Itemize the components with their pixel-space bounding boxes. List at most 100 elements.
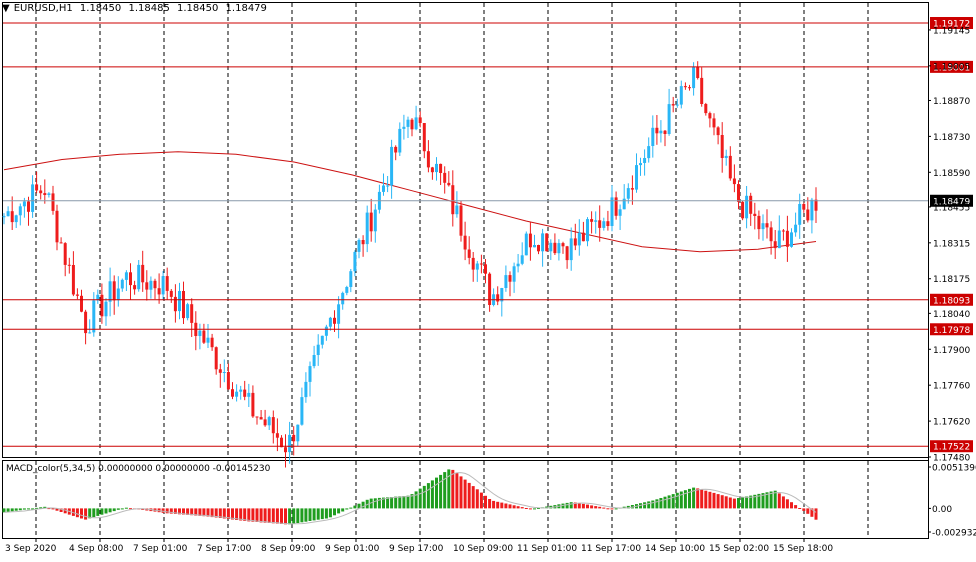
candle-body: [71, 265, 75, 295]
candle-body: [671, 104, 675, 106]
candle-body: [14, 215, 18, 223]
candle-body: [267, 417, 271, 426]
candle-body: [222, 372, 226, 373]
candle-body: [100, 294, 104, 317]
candle-body: [239, 389, 243, 392]
candle-body: [218, 369, 222, 373]
macd-histogram-bar: [745, 496, 749, 509]
candle-body: [467, 249, 471, 258]
candle-body: [557, 243, 561, 254]
macd-histogram-bar: [255, 508, 259, 522]
macd-histogram-bar: [451, 469, 455, 509]
collapse-triangle-icon[interactable]: ▼: [2, 3, 10, 14]
symbol-label: EURUSD,H1: [13, 3, 73, 14]
macd-histogram-bar: [492, 500, 496, 509]
macd-histogram-bar: [426, 483, 430, 509]
candle-body: [382, 185, 385, 192]
macd-histogram-bar: [785, 499, 789, 509]
candle-body: [781, 230, 785, 232]
candle-body: [794, 224, 798, 233]
chart-canvas[interactable]: 1.191721.190011.180931.179781.17522 1.18…: [0, 0, 976, 559]
macd-histogram-bar: [316, 508, 320, 520]
candle-body: [777, 230, 781, 249]
macd-histogram-bar: [386, 497, 390, 509]
candle-body: [443, 172, 447, 183]
candle-body: [704, 104, 708, 114]
candle-body: [320, 335, 324, 345]
candle-body: [475, 263, 479, 270]
price-scale-label: 1.18870: [933, 97, 970, 107]
candle-body: [728, 155, 732, 179]
macd-histogram-bar: [373, 498, 377, 509]
time-axis-label: 15 Sep 18:00: [773, 544, 833, 554]
high-value: 1.18485: [128, 3, 170, 14]
macd-histogram-bar: [569, 502, 573, 509]
macd-histogram-bar: [27, 508, 30, 510]
time-axis-label: 9 Sep 17:00: [389, 544, 444, 554]
low-value: 1.18450: [177, 3, 219, 14]
macd-histogram-bar: [806, 508, 810, 514]
candle-body: [484, 264, 487, 274]
macd-histogram-bar: [647, 501, 651, 509]
candle-body: [545, 233, 549, 252]
macd-histogram-bar: [6, 508, 10, 512]
candle-body: [790, 232, 793, 247]
candle-body: [753, 213, 757, 216]
macd-histogram-bar: [165, 508, 169, 514]
macd-histogram-bar: [777, 493, 781, 509]
price-level-label: 1.17978: [933, 326, 970, 336]
candle-body: [296, 424, 300, 442]
candle-body: [692, 66, 696, 89]
candle-body: [231, 389, 234, 397]
candle-body: [169, 290, 173, 297]
candle-body: [337, 304, 341, 324]
macd-histogram-bar: [418, 488, 422, 509]
macd-histogram-bar: [104, 508, 108, 514]
macd-histogram-bar: [280, 508, 283, 524]
candle-body: [292, 434, 296, 442]
candle-body: [651, 127, 655, 146]
candle-body: [345, 287, 349, 293]
macd-histogram-bar: [2, 508, 6, 513]
candle-body: [598, 220, 602, 228]
candle-body: [745, 195, 749, 219]
macd-histogram-bar: [467, 482, 471, 509]
macd-histogram-bar: [598, 506, 602, 509]
candle-body: [626, 188, 630, 199]
candle-body: [426, 151, 430, 168]
macd-histogram-bar: [516, 506, 520, 509]
chart-window[interactable]: 1.19172 1.19001 1.18093 1.17978 1.17522 1.18…: [0, 0, 976, 559]
macd-histogram-bar: [284, 508, 287, 525]
macd-scale-label: 0.0051390: [932, 464, 976, 474]
candle-body: [255, 416, 259, 418]
candle-body: [655, 127, 659, 134]
time-axis-label: 15 Sep 02:00: [709, 544, 769, 554]
candle-body: [235, 391, 239, 397]
macd-histogram-bar: [565, 502, 569, 509]
candle-body: [410, 119, 414, 130]
macd-histogram-bar: [267, 508, 271, 523]
macd-histogram-bar: [577, 503, 581, 509]
candle-body: [173, 296, 177, 312]
candle-body: [565, 246, 569, 261]
macd-histogram-bar: [586, 504, 589, 509]
macd-histogram-bar: [655, 499, 659, 509]
macd-histogram-bar: [292, 508, 296, 524]
candle-body: [39, 190, 43, 194]
candle-body: [104, 301, 108, 317]
candle-body: [610, 197, 614, 226]
macd-histogram-bar: [463, 479, 467, 509]
macd-histogram-bar: [10, 508, 14, 512]
candle-body: [504, 275, 508, 288]
candle-body: [773, 241, 777, 249]
candle-body: [430, 167, 434, 173]
candle-body: [594, 220, 598, 222]
macd-histogram-bar: [243, 508, 247, 521]
macd-histogram-bar: [100, 508, 104, 515]
candle-body: [300, 397, 304, 425]
candle-body: [124, 272, 128, 280]
macd-histogram-bar: [708, 491, 712, 509]
candle-body: [647, 146, 651, 159]
candle-body: [92, 300, 96, 333]
candle-body: [80, 295, 83, 312]
